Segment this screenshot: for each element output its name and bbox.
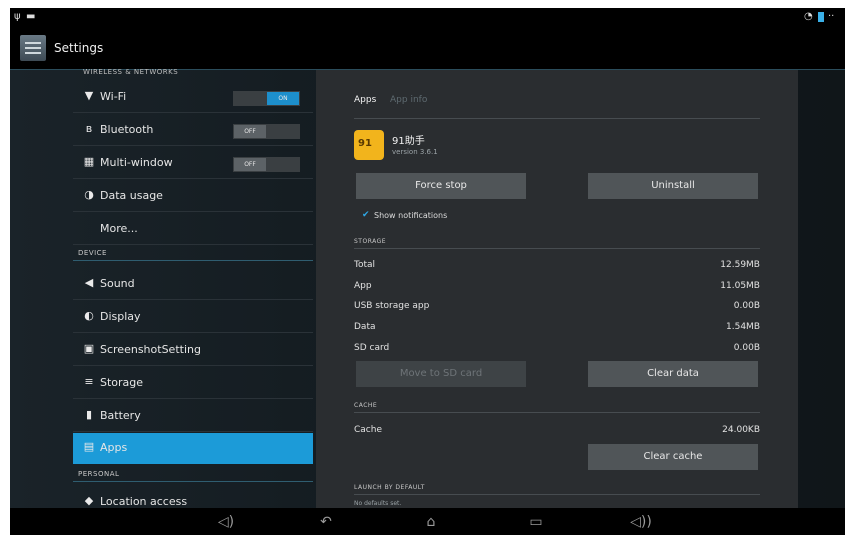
wifi-toggle[interactable]: ON: [233, 91, 300, 106]
sidebar-item-storage[interactable]: ≡ Storage: [73, 368, 313, 399]
sidebar-item-label: Storage: [100, 376, 144, 389]
action-bar: Settings: [10, 26, 845, 70]
move-to-sd-button: Move to SD card: [356, 361, 526, 387]
storage-row-value: 0.00B: [733, 301, 760, 311]
sidebar-item-label: Apps: [100, 441, 128, 454]
cache-label: Cache: [354, 425, 382, 435]
breadcrumb-apps[interactable]: Apps: [354, 95, 376, 105]
battery-icon: ▮: [85, 408, 93, 421]
divider: [354, 118, 760, 119]
sidebar-item-label: Display: [100, 310, 141, 323]
signal-icon: ψ: [14, 11, 21, 22]
sidebar-item-apps[interactable]: ▤ Apps: [73, 433, 313, 464]
back-icon[interactable]: ↶: [315, 513, 337, 531]
section-header-device: DEVICE: [78, 249, 107, 257]
status-bar: ψ ▬ ◔ ··: [10, 8, 845, 26]
sidebar-item-label: Multi-window: [100, 156, 173, 169]
cache-header: CACHE: [354, 402, 378, 409]
launch-header: LAUNCH BY DEFAULT: [354, 484, 425, 491]
storage-icon: ≡: [84, 375, 94, 388]
content-area: WIRELESS & NETWORKS ▼ Wi-Fi ON ʙ Bluetoo…: [10, 68, 845, 518]
screenshot-icon: ▣: [83, 342, 95, 355]
divider: [354, 412, 760, 413]
battery-icon: [818, 12, 824, 22]
display-icon: ◐: [84, 309, 94, 322]
volume-up-icon[interactable]: ◁)): [628, 513, 654, 531]
storage-row-value: 1.54MB: [726, 322, 760, 332]
sidebar-item-bluetooth[interactable]: ʙ Bluetooth OFF: [73, 115, 313, 146]
uninstall-button[interactable]: Uninstall: [588, 173, 758, 199]
wifi-icon: ▼: [84, 89, 94, 102]
storage-row-label: Data: [354, 322, 376, 332]
storage-row-value: 0.00B: [733, 343, 760, 353]
breadcrumb-app-info: App info: [390, 95, 428, 105]
force-stop-button[interactable]: Force stop: [356, 173, 526, 199]
page-title: Settings: [54, 41, 104, 55]
toggle-state: OFF: [234, 158, 266, 171]
storage-row-value: 11.05MB: [720, 281, 760, 291]
clear-data-button[interactable]: Clear data: [588, 361, 758, 387]
sidebar-item-sound[interactable]: ◀ Sound: [73, 269, 313, 300]
launch-defaults-text: No defaults set.: [354, 500, 402, 507]
sidebar-item-label: Battery: [100, 409, 141, 422]
sidebar-item-label: More...: [100, 222, 138, 235]
section-header-wireless: WIRELESS & NETWORKS: [83, 68, 179, 76]
app-info-pane: Apps App info 91 91助手 version 3.6.1 Forc…: [316, 70, 798, 508]
cache-value: 24.00KB: [722, 425, 760, 435]
settings-icon[interactable]: [20, 35, 46, 61]
section-divider: [73, 260, 313, 261]
clock-icon: ··: [828, 11, 835, 22]
multi-window-icon: ▦: [83, 155, 95, 168]
sidebar-item-label: Sound: [100, 277, 135, 290]
storage-row-label: App: [354, 281, 372, 291]
sidebar-item-screenshot[interactable]: ▣ ScreenshotSetting: [73, 335, 313, 366]
location-icon: ◆: [84, 494, 94, 507]
app-name: 91助手: [392, 136, 425, 147]
sidebar-item-label: Wi-Fi: [100, 90, 127, 103]
home-icon[interactable]: ⌂: [418, 513, 444, 531]
app-icon: 91: [354, 130, 384, 160]
show-notifications-checkbox[interactable]: ✔: [362, 211, 371, 220]
clear-cache-button[interactable]: Clear cache: [588, 444, 758, 470]
apps-icon: ▤: [83, 440, 95, 453]
recents-icon[interactable]: ▭: [525, 513, 547, 531]
section-header-personal: PERSONAL: [78, 470, 120, 478]
sidebar-item-data-usage[interactable]: ◑ Data usage: [73, 181, 313, 212]
app-version: version 3.6.1: [392, 148, 438, 156]
sidebar-item-display[interactable]: ◐ Display: [73, 302, 313, 333]
sidebar-item-label: Data usage: [100, 189, 163, 202]
notification-icon: ▬: [26, 11, 36, 22]
sidebar-item-label: Location access: [100, 495, 188, 508]
storage-header: STORAGE: [354, 238, 387, 245]
tablet-screen: ψ ▬ ◔ ·· Settings WIRELESS & NETWORKS ▼ …: [10, 8, 845, 535]
bluetooth-toggle[interactable]: OFF: [233, 124, 300, 139]
sidebar-item-battery[interactable]: ▮ Battery: [73, 401, 313, 432]
storage-row-label: SD card: [354, 343, 390, 353]
toggle-state: OFF: [234, 125, 266, 138]
sidebar-item-more[interactable]: More...: [73, 214, 313, 245]
settings-sidebar: WIRELESS & NETWORKS ▼ Wi-Fi ON ʙ Bluetoo…: [73, 68, 313, 518]
sidebar-item-label: ScreenshotSetting: [100, 343, 201, 356]
navigation-bar: ◁) ↶ ⌂ ▭ ◁)): [10, 508, 845, 535]
multi-window-toggle[interactable]: OFF: [233, 157, 300, 172]
bluetooth-icon: ʙ: [85, 122, 93, 135]
wifi-status-icon: ◔: [804, 11, 813, 22]
sidebar-item-multi-window[interactable]: ▦ Multi-window OFF: [73, 148, 313, 179]
storage-row-value: 12.59MB: [720, 260, 760, 270]
sound-icon: ◀: [84, 276, 94, 289]
volume-down-icon[interactable]: ◁): [215, 513, 237, 531]
show-notifications-label: Show notifications: [374, 211, 448, 220]
data-usage-icon: ◑: [84, 188, 94, 201]
storage-row-label: USB storage app: [354, 301, 430, 311]
storage-row-label: Total: [354, 260, 376, 270]
section-divider: [73, 481, 313, 482]
sidebar-item-wifi[interactable]: ▼ Wi-Fi ON: [73, 82, 313, 113]
sidebar-item-label: Bluetooth: [100, 123, 154, 136]
divider: [354, 494, 760, 495]
divider: [354, 248, 760, 249]
toggle-state: ON: [267, 92, 299, 105]
